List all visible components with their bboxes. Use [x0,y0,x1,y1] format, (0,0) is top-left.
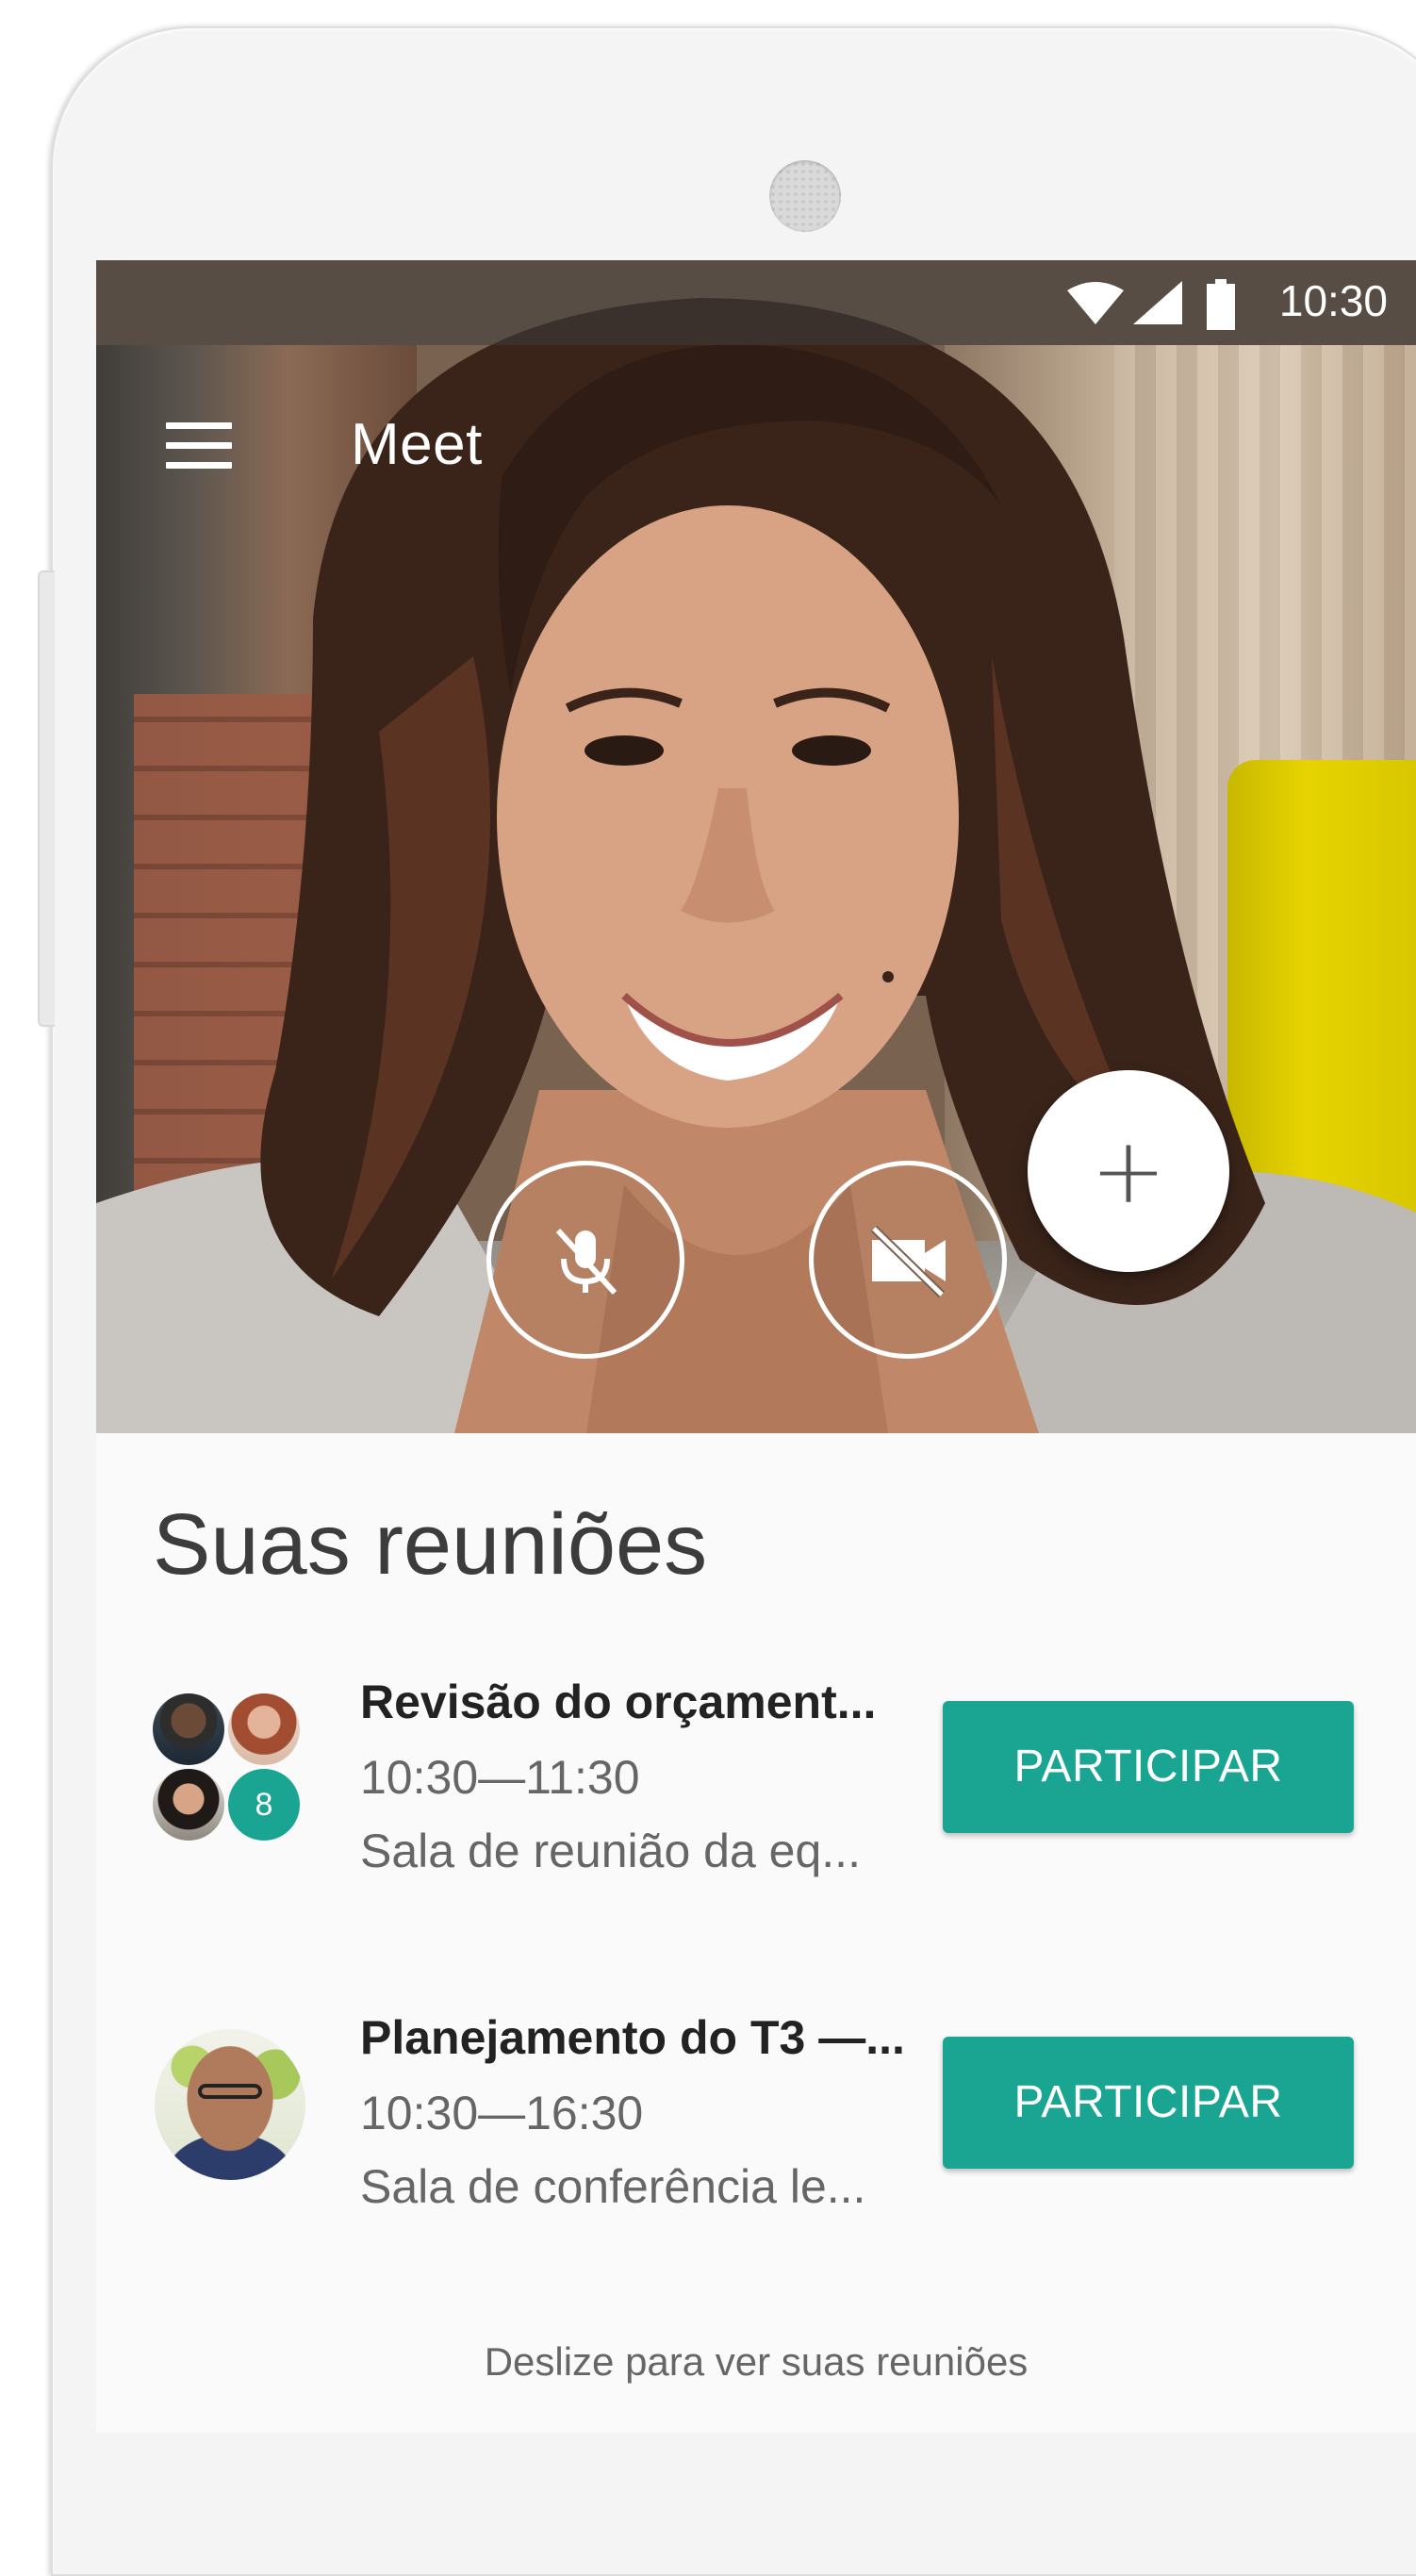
participant-avatars: 8 [153,1693,304,1844]
participant-count-badge: 8 [228,1769,300,1841]
wifi-icon [1067,282,1124,324]
battery-icon [1207,279,1235,330]
status-time: 10:30 [1278,276,1388,325]
signal-icon [1133,281,1182,324]
avatar [155,2029,305,2180]
mic-off-icon [555,1228,617,1296]
meeting-title: Planejamento do T3 —... [360,2011,905,2064]
avatar [153,1769,224,1841]
meeting-time: 10:30—16:30 [360,2087,644,2139]
meeting-room: Sala de conferência le... [360,2160,866,2213]
swipe-hint: Deslize para ver suas reuniões [484,2339,1029,2384]
app-screen: 10:30 Meet Suas reuniões 8 Revisão do or… [96,260,1416,2433]
camera-toggle-button[interactable] [809,1161,1007,1359]
avatar [228,1693,300,1765]
menu-icon[interactable] [166,422,232,473]
join-button[interactable]: PARTICIPAR [943,1701,1354,1833]
meeting-list-item[interactable]: Planejamento do T3 —... 10:30—16:30 Sala… [96,2010,1416,2255]
meeting-list-item[interactable]: 8 Revisão do orçament... 10:30—11:30 Sal… [96,1675,1416,1920]
new-meeting-button[interactable]: + [1028,1070,1229,1272]
meeting-title: Revisão do orçament... [360,1676,877,1728]
add-icon: + [1090,1118,1167,1224]
status-bar: 10:30 [96,260,1416,345]
avatar [153,1693,224,1765]
side-button [38,570,55,1027]
section-title: Suas reuniões [153,1496,708,1593]
speaker-grille [769,160,841,232]
app-title: Meet [351,412,483,477]
join-button[interactable]: PARTICIPAR [943,2037,1354,2169]
mic-toggle-button[interactable] [486,1161,684,1359]
meeting-room: Sala de reunião da eq... [360,1825,861,1877]
meeting-time: 10:30—11:30 [360,1751,640,1804]
videocam-off-icon [870,1225,946,1298]
